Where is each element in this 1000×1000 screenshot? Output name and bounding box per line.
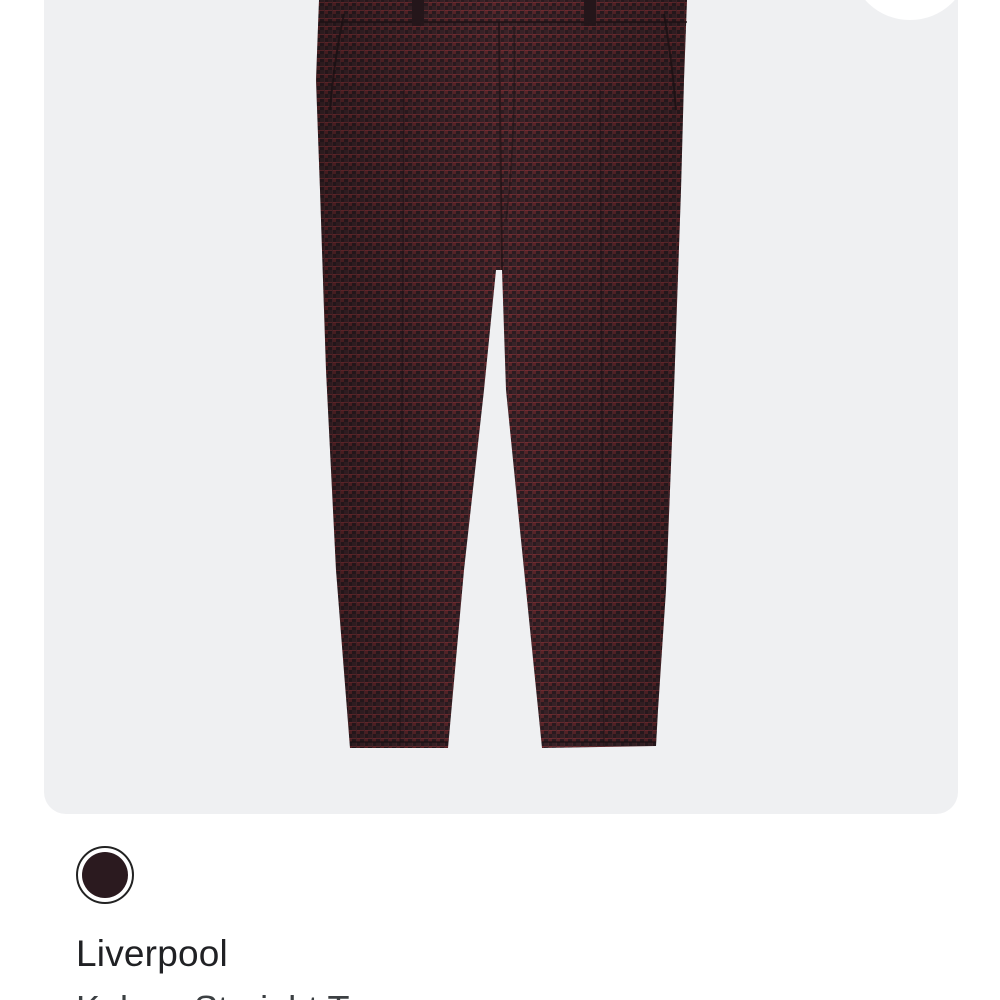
- color-swatch-selected[interactable]: [76, 846, 134, 904]
- color-swatch-fill: [82, 852, 128, 898]
- pants-photo: [316, 0, 687, 748]
- product-image-card[interactable]: [44, 0, 958, 814]
- product-brand: Liverpool: [76, 933, 228, 974]
- product-detail-page: Liverpool Kelsey Straight Trouser: [0, 0, 1000, 1000]
- product-name[interactable]: Kelsey Straight Trouser: [76, 986, 450, 1000]
